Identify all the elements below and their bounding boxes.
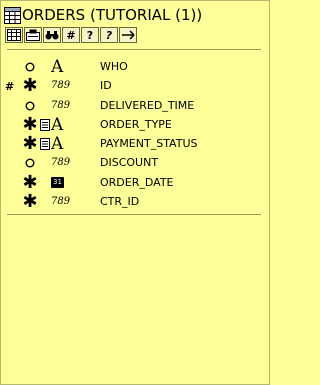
primary-key-marker: # xyxy=(5,80,15,94)
text-type-icon: A xyxy=(51,114,71,135)
entity-icon[interactable] xyxy=(24,27,42,43)
mandatory-glyph: ✱ xyxy=(22,191,38,213)
mandatory-icon: ✱ xyxy=(22,133,38,155)
domain-icon xyxy=(39,118,51,132)
column-row[interactable]: ✱ 31 ORDER_DATE xyxy=(1,171,271,194)
number-type-icon: 789 xyxy=(51,98,71,114)
window-titlebar[interactable]: ORDERS (TUTORIAL (1)) xyxy=(4,5,202,25)
column-row[interactable]: ✱ A ORDER_TYPE xyxy=(1,113,271,136)
text-type-icon: A xyxy=(51,134,71,155)
help-label: ? xyxy=(86,28,94,42)
number-type-glyph: 789 xyxy=(51,157,71,169)
mandatory-glyph: ✱ xyxy=(22,113,38,135)
number-type-glyph: 789 xyxy=(51,196,71,208)
relation-icon[interactable] xyxy=(119,27,137,43)
column-name: WHO xyxy=(100,60,128,73)
mandatory-glyph: ✱ xyxy=(22,171,38,193)
entity-window: ORDERS (TUTORIAL (1)) # ? ? A WHO # ✱ 78… xyxy=(0,0,270,385)
mandatory-icon: ✱ xyxy=(22,191,38,213)
column-row[interactable]: 789 DELIVERED_TIME xyxy=(1,98,271,117)
column-row[interactable]: A WHO xyxy=(1,59,271,78)
column-name: PAYMENT_STATUS xyxy=(100,137,198,151)
mandatory-icon: ✱ xyxy=(22,75,38,97)
table-icon xyxy=(4,6,21,24)
mandatory-glyph: ✱ xyxy=(22,75,38,97)
optional-icon xyxy=(23,98,37,114)
calendar-icon: 31 xyxy=(51,175,71,191)
hash-icon[interactable]: # xyxy=(62,27,80,43)
mandatory-icon: ✱ xyxy=(22,171,38,193)
number-type-icon: 789 xyxy=(51,78,71,94)
column-row[interactable]: 789 DISCOUNT xyxy=(1,155,271,174)
hash-label: # xyxy=(66,28,76,42)
column-name: DELIVERED_TIME xyxy=(100,98,195,112)
binoculars-icon[interactable] xyxy=(43,27,61,43)
separator-top xyxy=(7,49,261,50)
text-type-glyph: A xyxy=(51,57,64,77)
separator-bottom xyxy=(7,214,261,215)
column-name: DISCOUNT xyxy=(100,156,159,170)
column-name: ORDER_DATE xyxy=(100,175,174,189)
window-title: ORDERS (TUTORIAL (1)) xyxy=(22,6,203,24)
number-type-icon: 789 xyxy=(51,155,71,171)
help-arrow-icon[interactable]: ? xyxy=(100,27,118,43)
column-name: CTR_ID xyxy=(100,195,140,209)
number-type-glyph: 789 xyxy=(51,99,71,111)
toolbar: # ? ? xyxy=(5,27,138,44)
number-type-glyph: 789 xyxy=(51,80,71,92)
mandatory-glyph: ✱ xyxy=(22,133,38,155)
column-row[interactable]: # ✱ 789 ID xyxy=(1,75,271,97)
calendar-glyph: 31 xyxy=(51,177,64,189)
column-row[interactable]: ✱ 789 CTR_ID xyxy=(1,191,271,213)
column-row[interactable]: ✱ A PAYMENT_STATUS xyxy=(1,133,271,155)
mandatory-icon: ✱ xyxy=(22,113,38,135)
optional-icon xyxy=(23,59,37,75)
column-name: ID xyxy=(100,79,112,93)
text-type-icon: A xyxy=(51,57,71,77)
table-icon[interactable] xyxy=(5,27,23,43)
text-type-glyph: A xyxy=(51,134,64,155)
column-list: A WHO # ✱ 789 ID 789 DELIVERED_TIME ✱ A ORDER_TYPE… xyxy=(1,59,271,213)
help-icon[interactable]: ? xyxy=(81,27,99,43)
column-name: ORDER_TYPE xyxy=(100,117,172,131)
optional-icon xyxy=(23,155,37,171)
domain-icon xyxy=(39,137,51,151)
number-type-icon: 789 xyxy=(51,194,71,210)
help-arrow-label: ? xyxy=(105,28,113,42)
text-type-glyph: A xyxy=(51,114,64,135)
